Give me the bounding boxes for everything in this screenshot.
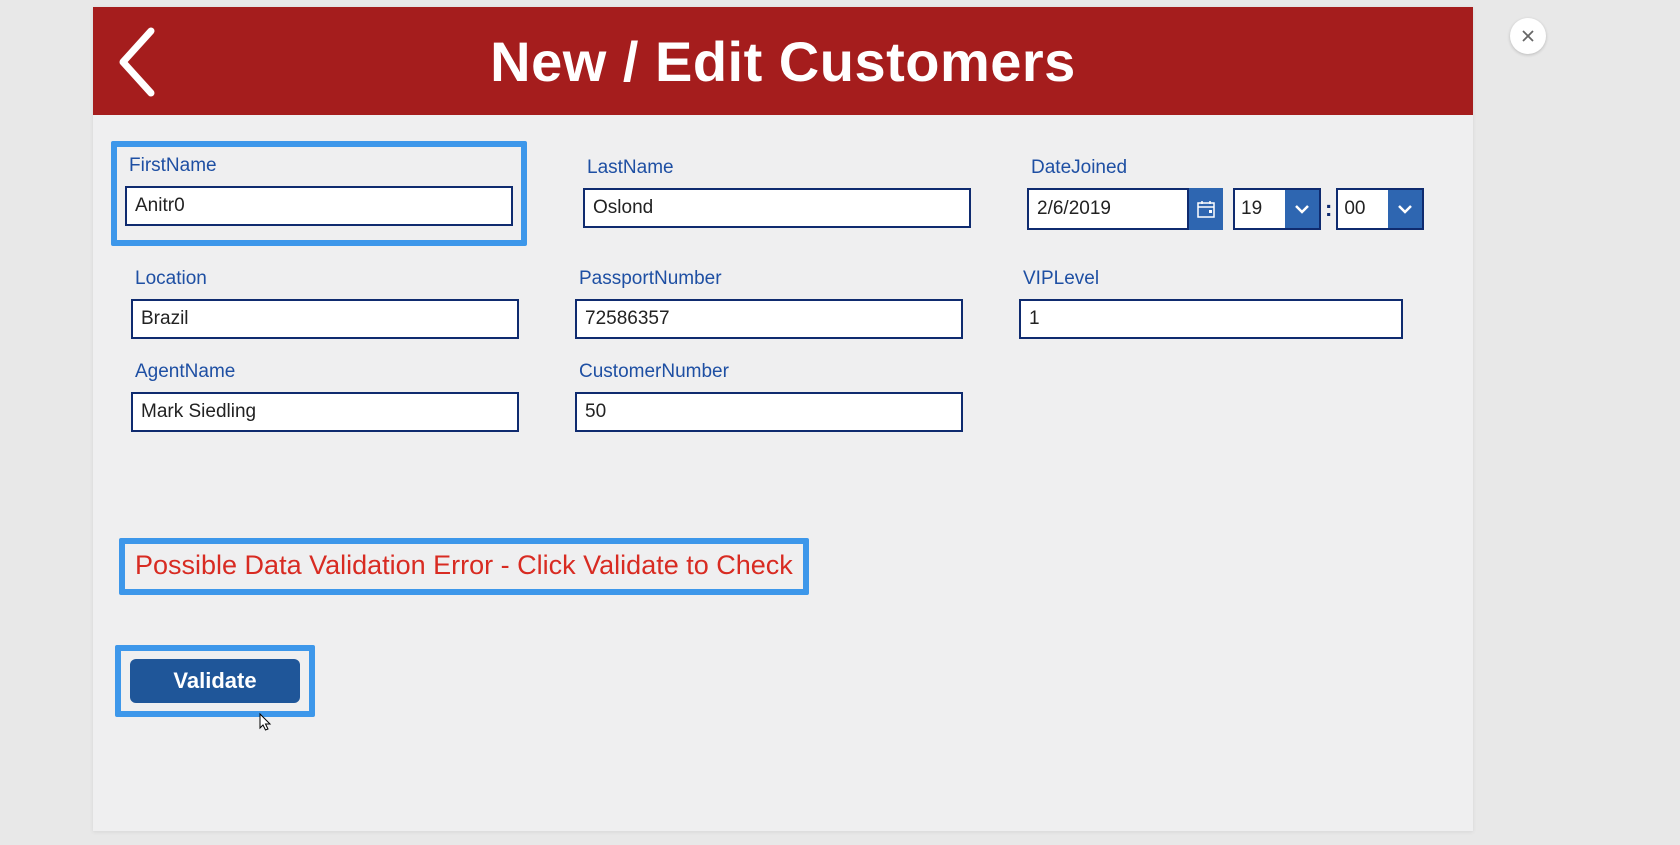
validation-message-container: Possible Data Validation Error - Click V… <box>119 538 1447 595</box>
passport-number-input[interactable] <box>575 299 963 339</box>
last-name-label: LastName <box>587 157 971 179</box>
page-title: New / Edit Customers <box>93 29 1473 94</box>
hour-dropdown-arrow <box>1285 190 1319 228</box>
chevron-down-icon <box>1397 204 1413 214</box>
date-joined-label: DateJoined <box>1031 157 1424 179</box>
calendar-button[interactable] <box>1189 188 1223 230</box>
passport-number-label: PassportNumber <box>579 268 963 290</box>
first-name-input[interactable] <box>125 186 513 226</box>
page-header: New / Edit Customers <box>93 7 1473 115</box>
form-row-1: FirstName LastName DateJoined <box>119 149 1447 246</box>
back-button[interactable] <box>115 25 159 104</box>
minute-value: 00 <box>1338 198 1388 220</box>
hour-select[interactable]: 19 <box>1233 188 1321 230</box>
location-input[interactable] <box>131 299 519 339</box>
app-window: New / Edit Customers FirstName LastName … <box>93 7 1473 831</box>
chevron-down-icon <box>1294 204 1310 214</box>
location-group: Location <box>131 268 519 339</box>
passport-number-group: PassportNumber <box>575 268 963 339</box>
form-area: FirstName LastName DateJoined <box>93 115 1473 737</box>
minute-select[interactable]: 00 <box>1336 188 1424 230</box>
date-joined-group: DateJoined 19 <box>1027 157 1424 246</box>
location-label: Location <box>135 268 519 290</box>
validation-message-highlight: Possible Data Validation Error - Click V… <box>119 538 809 595</box>
last-name-input[interactable] <box>583 188 971 228</box>
date-joined-input[interactable] <box>1027 188 1189 230</box>
first-name-label: FirstName <box>129 155 513 177</box>
first-name-group: FirstName <box>125 155 513 226</box>
customer-number-label: CustomerNumber <box>579 361 963 383</box>
close-icon <box>1520 28 1536 44</box>
agent-name-label: AgentName <box>135 361 519 383</box>
customer-number-input[interactable] <box>575 392 963 432</box>
form-row-3: AgentName CustomerNumber <box>119 361 1447 432</box>
time-colon: : <box>1325 196 1332 222</box>
calendar-icon <box>1197 200 1215 218</box>
vip-level-group: VIPLevel <box>1019 268 1403 339</box>
first-name-highlight: FirstName <box>111 141 527 246</box>
validate-button[interactable]: Validate <box>130 659 300 703</box>
hour-value: 19 <box>1235 198 1285 220</box>
vip-level-label: VIPLevel <box>1023 268 1403 290</box>
last-name-group: LastName <box>583 157 971 246</box>
form-row-2: Location PassportNumber VIPLevel <box>119 268 1447 339</box>
vip-level-input[interactable] <box>1019 299 1403 339</box>
agent-name-group: AgentName <box>131 361 519 432</box>
agent-name-input[interactable] <box>131 392 519 432</box>
date-time-row: 19 : 00 <box>1027 188 1424 230</box>
minute-dropdown-arrow <box>1388 190 1422 228</box>
chevron-left-icon <box>115 25 159 99</box>
close-button[interactable] <box>1510 18 1546 54</box>
validation-message-text: Possible Data Validation Error - Click V… <box>135 550 793 580</box>
customer-number-group: CustomerNumber <box>575 361 963 432</box>
validate-button-highlight: Validate <box>115 645 315 717</box>
